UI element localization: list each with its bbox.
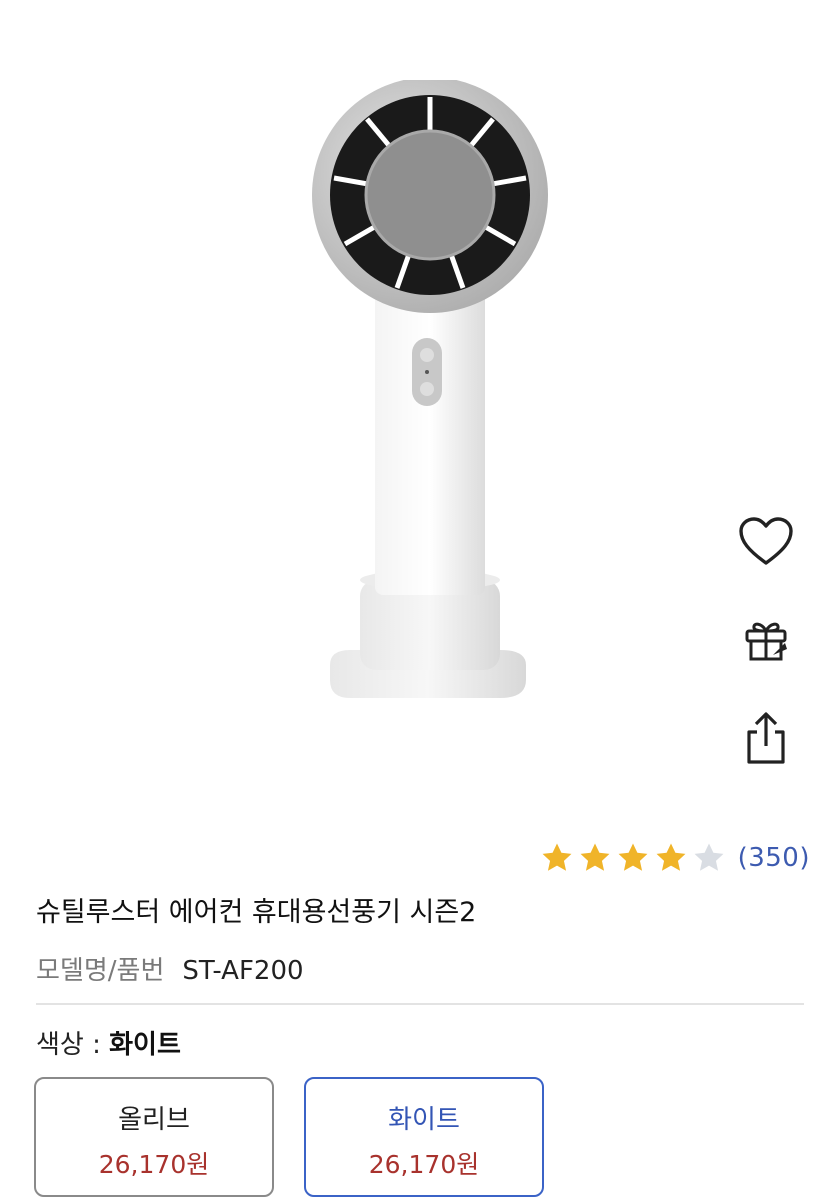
divider xyxy=(36,1003,804,1005)
color-selection: 색상 : 화이트 xyxy=(36,1024,181,1061)
option-name: 화이트 xyxy=(388,1105,460,1135)
option-price: 26,170원 xyxy=(368,1150,480,1179)
gift-icon xyxy=(745,622,787,661)
color-label: 색상 : xyxy=(36,1030,110,1060)
model-value: ST-AF200 xyxy=(182,956,304,986)
star-filled-icon xyxy=(540,841,574,875)
option-white[interactable]: 화이트 26,170원 xyxy=(304,1077,544,1197)
gift-button[interactable] xyxy=(730,608,802,672)
product-title: 슈틸루스터 에어컨 휴대용선풍기 시즌2 xyxy=(36,897,477,928)
model-row: 모델명/품번 ST-AF200 xyxy=(36,950,304,987)
share-icon xyxy=(747,712,785,764)
rating[interactable]: (350) xyxy=(540,836,810,880)
model-label: 모델명/품번 xyxy=(36,956,165,986)
product-image xyxy=(290,77,570,720)
option-olive[interactable]: 올리브 26,170원 xyxy=(34,1077,274,1197)
share-button[interactable] xyxy=(730,706,802,770)
option-price: 26,170원 xyxy=(98,1150,210,1179)
star-rating xyxy=(540,841,726,875)
selected-color: 화이트 xyxy=(109,1030,181,1060)
heart-icon xyxy=(739,517,793,565)
handheld-fan-illustration xyxy=(312,77,548,698)
star-filled-icon xyxy=(616,841,650,875)
option-name: 올리브 xyxy=(118,1105,190,1135)
wishlist-button[interactable] xyxy=(730,510,802,574)
star-filled-icon xyxy=(578,841,612,875)
review-count[interactable]: (350) xyxy=(738,843,810,873)
star-filled-icon xyxy=(654,841,688,875)
star-empty-icon xyxy=(692,841,726,875)
